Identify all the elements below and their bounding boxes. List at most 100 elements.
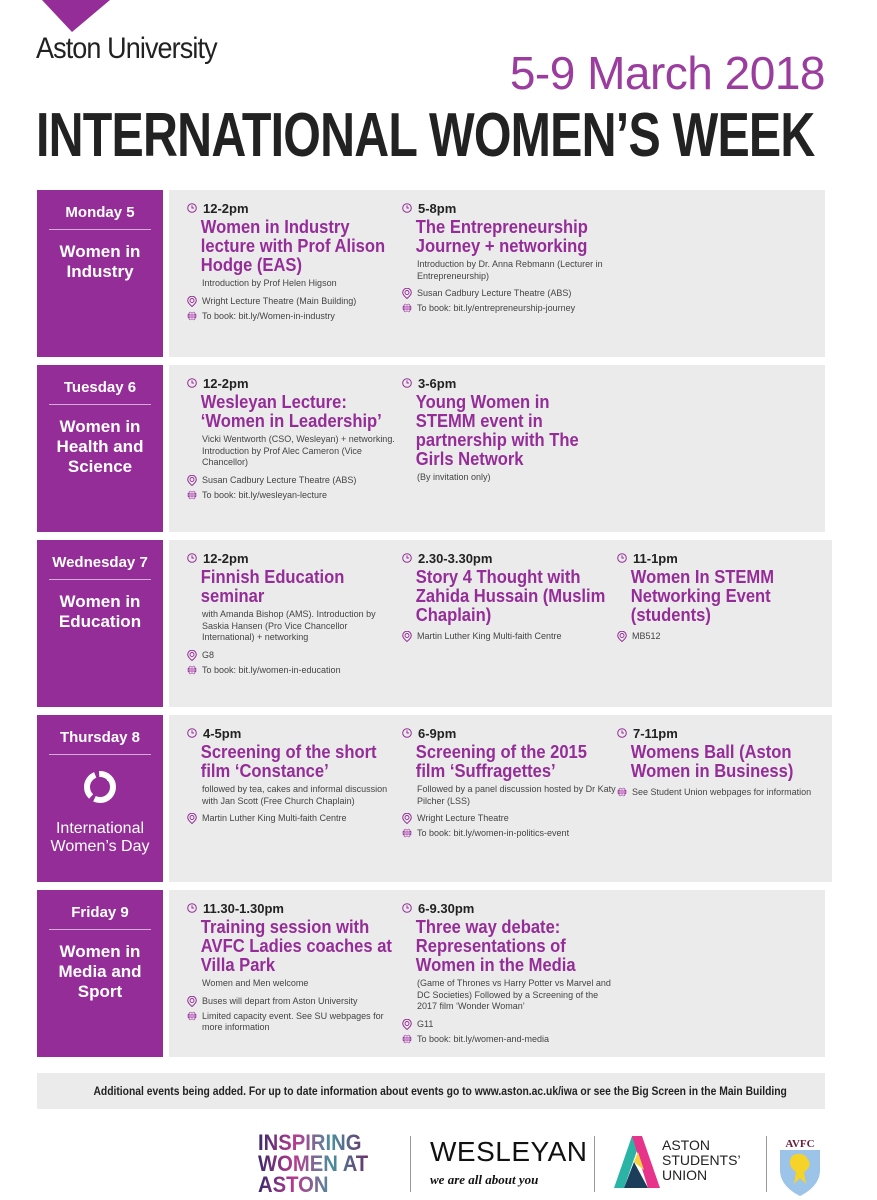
iwa-line: INSPIRING	[258, 1130, 362, 1155]
map-pin-icon	[187, 813, 197, 824]
event-booking[interactable]: Limited capacity event. See SU webpages …	[187, 1011, 402, 1033]
event-time: 6-9pm	[402, 725, 617, 741]
event-location: Martin Luther King Multi-faith Centre	[402, 631, 617, 642]
event-location-text: G8	[202, 649, 215, 660]
date-range: 5-9 March 2018	[509, 47, 826, 99]
event-location: G11	[402, 1018, 617, 1030]
wesleyan-tagline: we are all about you	[430, 1172, 539, 1187]
map-pin-icon	[187, 995, 197, 1007]
event-title: Women In STEMM Networking Event (student…	[630, 567, 775, 625]
event: 12-2pm Finnish Education seminar with Aman…	[187, 550, 402, 707]
day-name: Friday 9	[49, 904, 151, 930]
event-time: 6-9.30pm	[402, 900, 617, 916]
map-pin-icon	[617, 631, 627, 642]
event-booking-link[interactable]: To book: bit.ly/Women-in-industry	[202, 311, 335, 322]
event: 6-9.30pm Three way debate: Representation…	[402, 900, 617, 1057]
event-time-text: 11-1pm	[633, 550, 678, 566]
event: 7-11pm Womens Ball (Aston Women in Busine…	[617, 725, 832, 882]
event-time-text: 12-2pm	[203, 550, 249, 566]
event-time-text: 5-8pm	[418, 200, 457, 216]
event-description: with Amanda Bishop (AMS). Introduction b…	[202, 609, 376, 642]
event-location-text: Buses will depart from Aston University	[202, 995, 358, 1006]
event-time-text: 6-9.30pm	[418, 900, 475, 916]
clock-icon	[187, 203, 197, 213]
event-location: Susan Cadbury Lecture Theatre (ABS)	[402, 288, 617, 299]
day-theme: Women in Industry	[59, 242, 141, 281]
event-title: Wesleyan Lecture: ‘Women in Leadership’	[200, 392, 382, 431]
event-booking-link[interactable]: To book: bit.ly/women-in-education	[202, 665, 341, 676]
globe-icon	[402, 828, 412, 838]
event-time: 4-5pm	[187, 725, 402, 741]
day-label-panel: Tuesday 6 Women in Health and Science	[37, 365, 163, 532]
day-row: Wednesday 7 Women in Education 12-2pm Finni…	[37, 540, 832, 707]
event: 12-2pm Women in Industry lecture with Pro…	[187, 200, 402, 357]
clock-icon	[187, 903, 197, 913]
map-pin-icon	[187, 474, 197, 486]
map-pin-icon	[402, 813, 412, 824]
event-booking[interactable]: To book: bit.ly/women-in-education	[187, 665, 402, 676]
event-title: Screening of the 2015 film ‘Suffragettes…	[415, 742, 587, 781]
globe-icon	[187, 489, 197, 500]
globe-icon	[187, 310, 197, 321]
day-theme: Women in Media and Sport	[58, 942, 142, 1001]
event-booking-link[interactable]: To book: bit.ly/wesleyan-lecture	[202, 490, 327, 501]
event: 5-8pm The Entrepreneurship Journey + netw…	[402, 200, 617, 357]
event-booking[interactable]: See Student Union webpages for informati…	[617, 787, 832, 798]
page-title: INTERNATIONAL WOMEN’S WEEK	[36, 101, 815, 170]
event-time: 12-2pm	[187, 375, 402, 391]
events-panel: 12-2pm Wesleyan Lecture: ‘Women in Leader…	[169, 365, 825, 532]
event-time-text: 11.30-1.30pm	[203, 900, 284, 916]
event-booking-link[interactable]: Limited capacity event. See SU webpages …	[202, 1011, 402, 1033]
su-line: ASTON	[662, 1137, 710, 1153]
sponsor-logos: INSPIRING WOMEN AT ASTON WESLEYAN we are…	[258, 1130, 858, 1200]
event: 11.30-1.30pm Training session with AVFC L…	[187, 900, 402, 1057]
event-booking[interactable]: To book: bit.ly/women-in-politics-event	[402, 828, 617, 839]
day-label-panel: Wednesday 7 Women in Education	[37, 540, 163, 707]
events-panel: 4-5pm Screening of the short film ‘Consta…	[169, 715, 832, 882]
event-location: Wright Lecture Theatre	[402, 813, 617, 824]
event: 3-6pm Young Women in STEMM event in partn…	[402, 375, 617, 532]
event-booking-link[interactable]: To book: bit.ly/entrepreneurship-journey	[417, 303, 575, 314]
event-time-text: 12-2pm	[203, 200, 249, 216]
event-location: Susan Cadbury Lecture Theatre (ABS)	[187, 474, 402, 486]
event-booking-link[interactable]: To book: bit.ly/women-in-politics-event	[417, 828, 569, 839]
event-time: 11-1pm	[617, 550, 832, 566]
event-time: 5-8pm	[402, 200, 617, 216]
event-title: Women in Industry lecture with Prof Alis…	[200, 217, 386, 275]
event-booking-link[interactable]: To book: bit.ly/women-and-media	[417, 1034, 549, 1045]
event: 11-1pm Women In STEMM Networking Event (s…	[617, 550, 832, 707]
event-location: Wright Lecture Theatre (Main Building)	[187, 295, 402, 307]
event-title: Three way debate: Representations of Wom…	[415, 917, 576, 975]
event-title: Womens Ball (Aston Women in Business)	[630, 742, 794, 781]
day-row: Friday 9 Women in Media and Sport 11.30-1.…	[37, 890, 825, 1057]
event-description: (Game of Thrones vs Harry Potter vs Marv…	[417, 978, 611, 1011]
event-booking[interactable]: To book: bit.ly/wesleyan-lecture	[187, 490, 402, 501]
clock-icon	[402, 903, 412, 913]
event-time-text: 2.30-3.30pm	[418, 550, 493, 566]
day-name: Wednesday 7	[49, 554, 151, 580]
event-location-text: Martin Luther King Multi-faith Centre	[417, 631, 562, 641]
clock-icon	[187, 553, 197, 563]
inspiring-women-logo: INSPIRING WOMEN AT ASTON	[258, 1132, 368, 1195]
day-row: Tuesday 6 Women in Health and Science 12-2…	[37, 365, 825, 532]
clock-icon	[617, 553, 627, 563]
map-pin-icon	[187, 295, 197, 307]
event: 12-2pm Wesleyan Lecture: ‘Women in Leader…	[187, 375, 402, 532]
event-location-text: G11	[417, 1018, 434, 1029]
event-location: Buses will depart from Aston University	[187, 995, 402, 1007]
iwd-circle-arrows-icon	[84, 771, 116, 803]
event-title: Finnish Education seminar	[200, 567, 345, 606]
event-booking[interactable]: To book: bit.ly/Women-in-industry	[187, 311, 402, 322]
event-booking[interactable]: To book: bit.ly/entrepreneurship-journey	[402, 303, 617, 314]
event-title: Young Women in STEMM event in partnershi…	[415, 392, 579, 469]
event-description: Vicki Wentworth (CSO, Wesleyan) + networ…	[202, 434, 395, 467]
wesleyan-logo: WESLEYAN	[430, 1136, 588, 1167]
event-time: 2.30-3.30pm	[402, 550, 617, 566]
map-pin-icon	[402, 631, 412, 642]
event-location-text: Susan Cadbury Lecture Theatre (ABS)	[417, 288, 572, 298]
brand-name: Aston University	[36, 32, 218, 65]
event-location: Martin Luther King Multi-faith Centre	[187, 813, 402, 824]
event-booking-link[interactable]: See Student Union webpages for informati…	[632, 787, 811, 798]
event-booking[interactable]: To book: bit.ly/women-and-media	[402, 1034, 617, 1045]
schedule: Monday 5 Women in Industry 12-2pm Women in …	[37, 190, 832, 1065]
